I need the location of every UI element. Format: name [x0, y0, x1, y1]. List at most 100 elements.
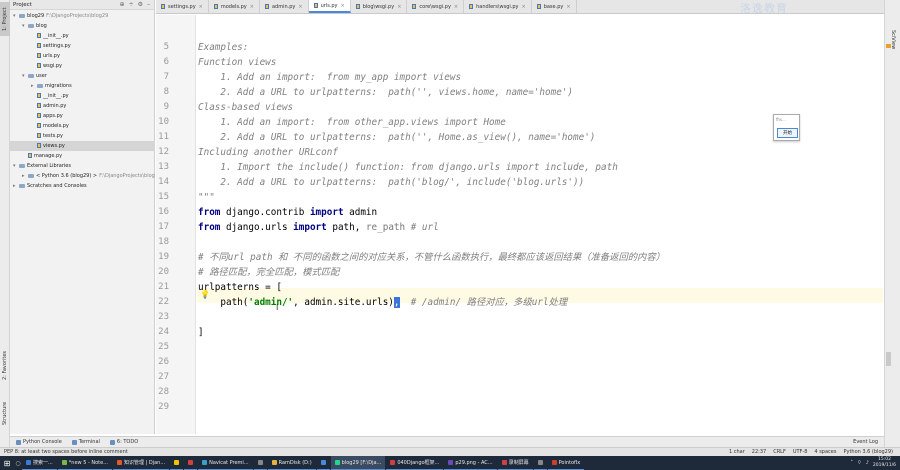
tree-item-label: blog: [36, 23, 47, 29]
code-editor[interactable]: Examples: Function views 1. Add an import…: [198, 15, 882, 434]
tree-item-label: admin.py: [43, 103, 67, 109]
taskbar-app[interactable]: PointofIx: [547, 456, 585, 470]
windows-start-icon[interactable]: ⊞: [0, 456, 14, 470]
close-icon[interactable]: ×: [454, 4, 458, 10]
collapse-icon[interactable]: ÷: [129, 1, 134, 8]
taskbar-app[interactable]: p29.png - AC...: [444, 456, 497, 470]
tree-file[interactable]: views.py: [10, 141, 155, 151]
gear-icon[interactable]: ⚙: [138, 1, 143, 8]
close-icon[interactable]: ×: [397, 4, 401, 10]
sciview-tool-tab[interactable]: SciView: [887, 20, 899, 60]
taskbar-app[interactable]: *new 5 - Note...: [57, 456, 112, 470]
left-tool-strip: 1: Project 2: Favorites Structure: [0, 0, 10, 447]
close-icon[interactable]: ×: [250, 4, 254, 10]
code-token: Examples:: [198, 42, 249, 53]
tree-folder[interactable]: ▾ External Libraries: [10, 161, 155, 171]
floating-popup: fhs... 开始: [773, 114, 800, 141]
popup-start-button[interactable]: 开始: [777, 128, 798, 138]
editor-tab[interactable]: core\wsgi.py ×: [407, 0, 465, 13]
scrollbar-warning-marker[interactable]: [886, 44, 891, 48]
code-line: 1. Import the include() function: from d…: [198, 160, 617, 175]
taskbar-app[interactable]: [253, 456, 267, 470]
status-interpreter[interactable]: Python 3.6 (blog29): [843, 449, 893, 455]
taskbar-app[interactable]: 搜索一...: [22, 456, 57, 470]
tree-file[interactable]: settings.py: [10, 41, 155, 51]
taskbar-app[interactable]: 录制屏幕: [497, 456, 533, 470]
structure-tool-tab[interactable]: Structure: [0, 392, 10, 434]
code-token: """: [198, 192, 215, 203]
target-icon[interactable]: ⊕: [120, 1, 125, 8]
terminal-tab[interactable]: Terminal: [71, 439, 100, 445]
taskbar-app[interactable]: blog29 [F:\Dja...: [330, 456, 386, 470]
tree-file[interactable]: tests.py: [10, 131, 155, 141]
favorites-tool-tab[interactable]: 2: Favorites: [0, 340, 10, 390]
app-icon: [116, 460, 122, 465]
lightbulb-icon[interactable]: 💡: [200, 290, 210, 299]
editor-tab[interactable]: settings.py ×: [156, 0, 209, 13]
tree-file[interactable]: urls.py: [10, 51, 155, 61]
editor-tab[interactable]: base.py ×: [532, 0, 577, 13]
tree-folder[interactable]: ▾ user: [10, 71, 155, 81]
tree-file[interactable]: models.py: [10, 121, 155, 131]
status-indent[interactable]: 4 spaces: [814, 449, 836, 455]
tree-file[interactable]: __init__.py: [10, 31, 155, 41]
line-number: 19: [158, 252, 169, 262]
tree-folder[interactable]: ▾ blog: [10, 21, 155, 31]
tray-chevron-icon[interactable]: ˄: [851, 460, 854, 466]
line-number: 10: [158, 117, 169, 127]
close-icon[interactable]: ×: [566, 4, 570, 10]
close-icon[interactable]: ×: [298, 4, 302, 10]
taskbar-clock[interactable]: 15:02 2019/11/6: [873, 457, 896, 469]
editor-tab[interactable]: models.py ×: [209, 0, 260, 13]
editor-tab[interactable]: blog\wsgi.py ×: [351, 0, 408, 13]
taskbar-app[interactable]: [533, 456, 547, 470]
tree-folder[interactable]: ▸ < Python 3.6 (blog29) > F:\DjangoProject…: [10, 171, 155, 181]
project-panel-title[interactable]: Project: [13, 2, 32, 8]
tree-folder[interactable]: ▸ migrations: [10, 81, 155, 91]
app-icon: [257, 460, 263, 465]
project-tool-tab[interactable]: 1: Project: [0, 2, 10, 36]
python-file-icon: [37, 93, 41, 98]
taskbar-app[interactable]: Navicat Premi...: [198, 456, 253, 470]
tree-folder[interactable]: ▾ blog29 F:\DjangoProjects\blog29: [10, 11, 155, 21]
status-encoding[interactable]: UTF-8: [793, 449, 808, 455]
taskbar-search-icon[interactable]: ○: [14, 456, 22, 470]
python-console-tab[interactable]: Python Console: [16, 439, 62, 445]
tree-folder[interactable]: ▸ Scratches and Consoles: [10, 181, 155, 191]
editor-tab[interactable]: admin.py ×: [260, 0, 309, 13]
folder-icon: [28, 73, 34, 78]
taskbar-app[interactable]: 知识管理 | Djan...: [112, 456, 170, 470]
editor-tab[interactable]: urls.py ×: [308, 0, 351, 13]
taskbar-app[interactable]: 040Django框架...: [386, 456, 444, 470]
tree-file[interactable]: apps.py: [10, 111, 155, 121]
taskbar-app[interactable]: [316, 456, 330, 470]
taskbar-app[interactable]: [170, 456, 184, 470]
hide-icon[interactable]: –: [147, 1, 150, 8]
code-token: # 不同url path 和 不同的函数之间的对应关系，不管什么函数执行，最终都…: [198, 252, 665, 263]
close-icon[interactable]: ×: [199, 4, 203, 10]
line-number: 13: [158, 162, 169, 172]
todo-tab[interactable]: 6: TODO: [109, 439, 138, 445]
tree-item-label: models.py: [43, 123, 69, 129]
tree-file[interactable]: wsgi.py: [10, 61, 155, 71]
event-log-tab[interactable]: Event Log: [851, 439, 878, 445]
editor-scrollbar-thumb[interactable]: [886, 352, 891, 366]
close-icon[interactable]: ×: [521, 4, 525, 10]
volume-icon[interactable]: ♪: [866, 460, 869, 466]
tree-file[interactable]: manage.py: [10, 151, 155, 161]
tree-file[interactable]: __init__.py: [10, 91, 155, 101]
close-icon[interactable]: ×: [341, 3, 345, 9]
editor-tab[interactable]: handlers\wsgi.py ×: [464, 0, 532, 13]
python-file-icon: [37, 143, 41, 148]
status-line-separator[interactable]: CRLF: [773, 449, 786, 455]
code-token: import: [309, 207, 344, 218]
tree-file[interactable]: admin.py: [10, 101, 155, 111]
taskbar-app[interactable]: RamDisk (D:): [267, 456, 316, 470]
code-token: 1. Add an import: from other_app.views i…: [198, 117, 506, 128]
network-icon[interactable]: ⌔: [857, 460, 862, 466]
code-line: from django.urls import path, re_path # …: [198, 220, 439, 235]
python-file-icon: [37, 43, 41, 48]
tree-item-label: migrations: [45, 83, 72, 89]
status-caret-position[interactable]: 22:37: [752, 449, 766, 455]
taskbar-app[interactable]: [184, 456, 198, 470]
